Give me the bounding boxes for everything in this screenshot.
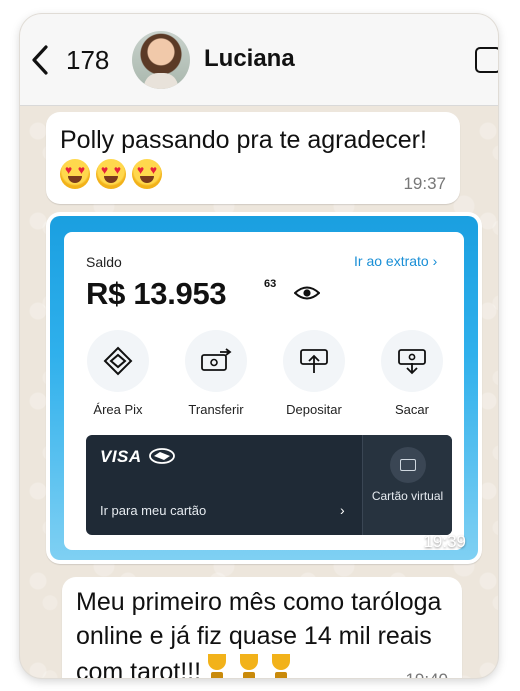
handshake-icon (149, 448, 175, 464)
back-button[interactable]: 178 (30, 42, 120, 78)
message-time: 19:37 (403, 174, 446, 193)
message-time: 19:40 (405, 670, 448, 678)
emoji-row (60, 159, 446, 189)
action-withdraw: Sacar (366, 330, 458, 417)
chevron-right-icon: › (432, 253, 438, 269)
action-pix: Área Pix (72, 330, 164, 417)
trophy-emoji (203, 653, 231, 678)
unread-count: 178 (66, 44, 110, 75)
credit-card-panel: VISA Ir para meu cartão › Cartão virtual (86, 435, 452, 535)
pix-icon (103, 346, 133, 376)
action-deposit: Depositar (268, 330, 360, 417)
chat-window: 178 Luciana Polly passando pra te agrade… (20, 14, 498, 678)
trophy-emoji-row (203, 653, 299, 678)
message-text: Polly passando pra te agradecer! (60, 126, 427, 154)
eye-icon (294, 286, 320, 300)
virtual-card-label: Cartão virtual (371, 489, 444, 503)
contact-name[interactable]: Luciana (204, 45, 295, 73)
action-label: Área Pix (93, 402, 143, 417)
action-transfer: Transferir (170, 330, 262, 417)
message-bubble[interactable]: Polly passando pra te agradecer! 19:37 (46, 112, 460, 204)
action-label: Sacar (395, 402, 429, 417)
saldo-label: Saldo (86, 254, 122, 270)
avatar[interactable] (132, 31, 190, 89)
message-text: Meu primeiro mês como taróloga online e … (76, 585, 448, 678)
balance-card: Saldo Ir ao extrato › R$ 13.953 63 Área … (64, 232, 464, 550)
trophy-emoji (267, 653, 295, 678)
bank-screenshot: Saldo Ir ao extrato › R$ 13.953 63 Área … (50, 216, 478, 560)
heart-eyes-emoji (96, 159, 126, 189)
visa-logo: VISA (100, 447, 142, 466)
virtual-card: Cartão virtual (362, 435, 452, 535)
action-label: Depositar (286, 402, 342, 417)
trophy-emoji (235, 653, 263, 678)
chevron-right-icon: › (340, 502, 345, 518)
card-link: Ir para meu cartão (100, 503, 207, 518)
heart-eyes-emoji (132, 159, 162, 189)
virtual-card-icon (389, 447, 426, 483)
video-call-icon[interactable] (475, 47, 498, 73)
message-bubble[interactable]: Meu primeiro mês como taróloga online e … (62, 577, 462, 678)
action-label: Transferir (188, 402, 244, 417)
chat-header: 178 Luciana (20, 14, 498, 106)
transfer-icon (201, 348, 232, 371)
extrato-link: Ir ao extrato › (354, 253, 438, 269)
heart-eyes-emoji (60, 159, 90, 189)
balance-amount: R$ 13.953 (86, 276, 227, 311)
message-time: 19:39 (423, 532, 466, 551)
chevron-left-icon (32, 45, 48, 75)
withdraw-icon (398, 349, 426, 375)
image-message[interactable]: Saldo Ir ao extrato › R$ 13.953 63 Área … (46, 212, 482, 564)
balance-cents: 63 (264, 278, 277, 290)
deposit-icon (300, 349, 328, 373)
action-row: Área Pix Transferir Depositar Sacar (72, 330, 456, 420)
